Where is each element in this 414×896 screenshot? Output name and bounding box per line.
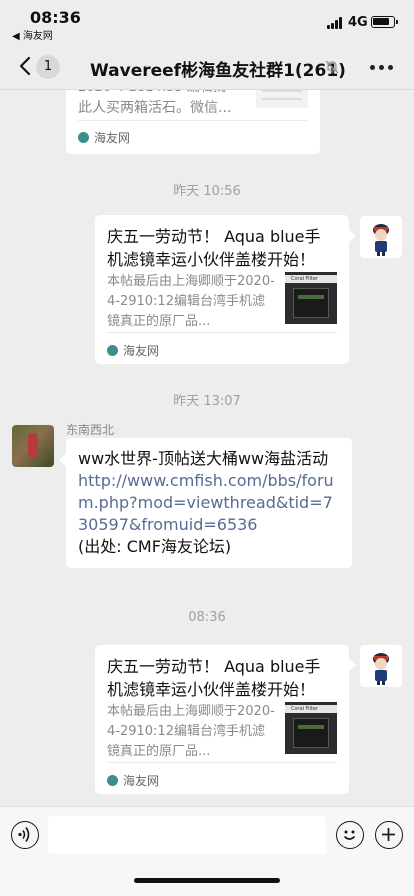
- source-logo-icon: [107, 345, 118, 356]
- more-options-button[interactable]: [370, 64, 394, 72]
- source-logo-icon: [107, 775, 118, 786]
- thumbnail-label: Coral Filter: [291, 706, 319, 712]
- message-input[interactable]: [48, 816, 326, 854]
- card-title: 庆五一劳动节！ Aqua blue手机滤镜幸运小伙伴盖楼开始！: [107, 657, 321, 699]
- card-title: 庆五一劳动节！ Aqua blue手机滤镜幸运小伙伴盖楼开始！: [107, 227, 321, 269]
- card-thumbnail: [256, 90, 308, 108]
- link-card[interactable]: 2020-4-2814:53 编辑找 此人买两箱活石。微信... 海友网: [66, 90, 320, 154]
- link-card[interactable]: 庆五一劳动节！ Aqua blue手机滤镜幸运小伙伴盖楼开始！ 本帖最后由上海卿…: [95, 645, 349, 794]
- card-divider: [107, 332, 337, 333]
- text-message-bubble[interactable]: ww水世界-顶帖送大桶ww海盐活动 http://www.cmfish.com/…: [66, 438, 352, 568]
- card-desc: 此人买两箱活石。微信...: [78, 100, 232, 116]
- bell-slash-icon: [324, 59, 340, 75]
- signal-icon: [327, 17, 344, 29]
- voice-button[interactable]: [11, 821, 39, 849]
- battery-icon: [371, 16, 398, 28]
- message-list[interactable]: 2020-4-2814:53 编辑找 此人买两箱活石。微信... 海友网 昨天 …: [0, 90, 414, 806]
- card-desc: 本帖最后由上海卿顺于2020-4-2910:12编辑台湾手机滤镜真正的原厂品..…: [107, 274, 275, 329]
- card-desc: 本帖最后由上海卿顺于2020-4-2910:12编辑台湾手机滤镜真正的原厂品..…: [107, 704, 275, 759]
- status-time: 08:36: [30, 8, 81, 27]
- thumbnail-label: Coral Filter: [291, 276, 319, 282]
- card-thumbnail: Coral Filter: [285, 702, 337, 754]
- message-timestamp: 昨天 10:56: [173, 184, 241, 199]
- plus-icon: [382, 828, 395, 841]
- home-indicator: [134, 878, 280, 883]
- back-button[interactable]: [16, 54, 36, 78]
- card-divider: [107, 762, 337, 763]
- cartoon-avatar-icon: [373, 224, 389, 256]
- chat-title: Wavereef彬海鱼友社群1(261): [90, 61, 346, 81]
- bubble-tail: [349, 230, 356, 242]
- chat-header: 1 Wavereef彬海鱼友社群1(261): [0, 44, 414, 90]
- voice-icon: [18, 827, 30, 842]
- sender-name: 东南西北: [66, 423, 115, 437]
- network-type: 4G: [348, 15, 368, 30]
- card-source-label: 海友网: [123, 344, 160, 358]
- emoji-icon: [343, 830, 356, 840]
- cartoon-avatar-icon: [373, 653, 389, 685]
- bubble-tail: [59, 454, 66, 466]
- card-desc-partial: 2020-4-2814:53 编辑找: [78, 90, 258, 98]
- message-timestamp: 昨天 13:07: [173, 394, 241, 409]
- card-source-label: 海友网: [123, 774, 160, 788]
- bubble-tail: [349, 659, 356, 671]
- card-divider: [78, 120, 308, 121]
- card-source-label: 海友网: [94, 131, 131, 145]
- card-thumbnail: Coral Filter: [285, 272, 337, 324]
- message-timestamp: 08:36: [188, 610, 226, 625]
- source-logo-icon: [78, 132, 89, 143]
- more-functions-button[interactable]: [375, 821, 403, 849]
- ellipsis-icon: [370, 65, 375, 70]
- my-avatar[interactable]: [360, 216, 402, 258]
- message-link[interactable]: http://www.cmfish.com/bbs/forum.php?mod=…: [78, 470, 342, 536]
- back-to-app-link[interactable]: ◀ 海友网: [12, 27, 53, 42]
- card-source: 海友网: [107, 772, 159, 789]
- sender-avatar[interactable]: [12, 425, 54, 467]
- message-source-text: (出处: CMF海友论坛): [78, 537, 232, 556]
- status-bar: 08:36 ◀ 海友网 4G: [0, 0, 414, 44]
- emoji-button[interactable]: [336, 821, 364, 849]
- card-source: 海友网: [107, 342, 159, 359]
- card-source: 海友网: [78, 129, 130, 146]
- message-text: ww水世界-顶帖送大桶ww海盐活动: [78, 449, 329, 468]
- chevron-left-icon: [19, 56, 31, 76]
- my-avatar[interactable]: [360, 645, 402, 687]
- link-card[interactable]: 庆五一劳动节！ Aqua blue手机滤镜幸运小伙伴盖楼开始！ 本帖最后由上海卿…: [95, 215, 349, 364]
- unread-count-badge: 1: [36, 55, 60, 79]
